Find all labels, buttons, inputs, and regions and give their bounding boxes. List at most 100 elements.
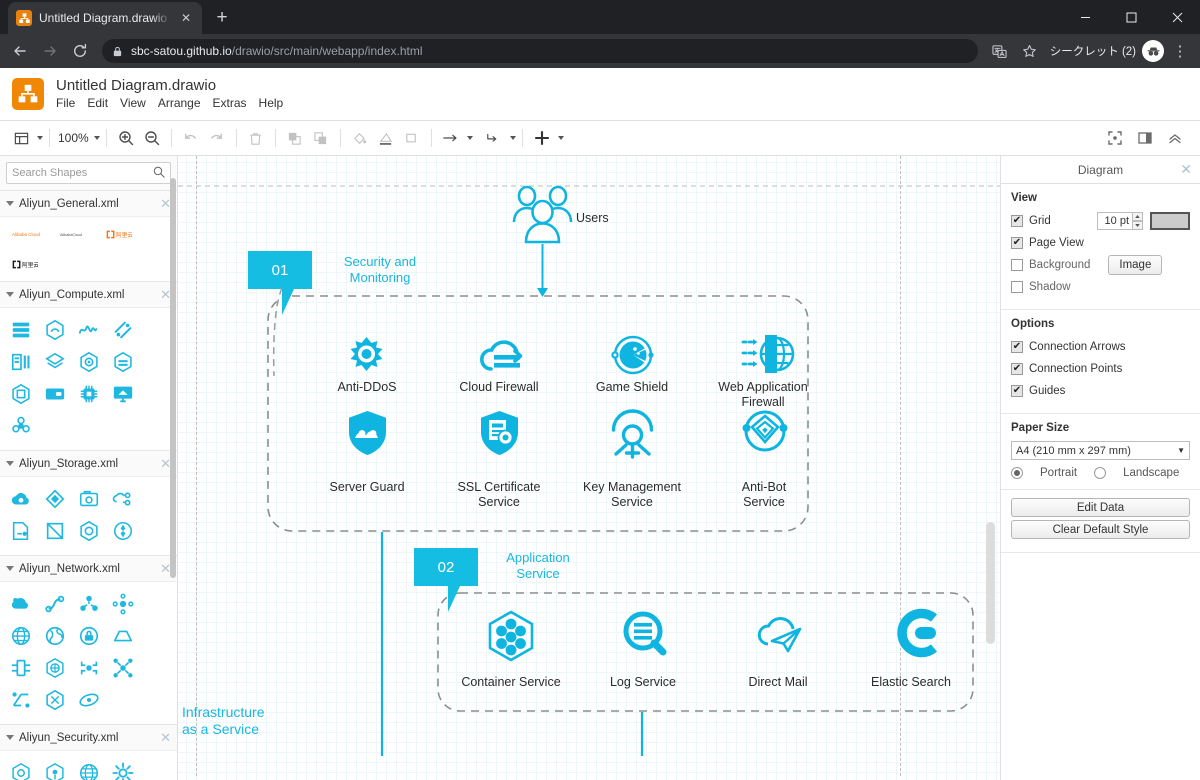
shape-elastic-icon[interactable] <box>73 315 105 345</box>
forward-button[interactable] <box>36 37 64 65</box>
grid-size-down[interactable] <box>1132 220 1143 230</box>
shape-ecs-icon[interactable] <box>5 315 37 345</box>
shapes-panel-scrollbar[interactable] <box>170 178 176 578</box>
connection-points-label[interactable]: Connection Points <box>1029 363 1122 375</box>
shape-vpc-icon[interactable] <box>107 589 139 619</box>
edit-data-button[interactable]: Edit Data <box>1011 498 1190 517</box>
to-back-icon[interactable] <box>308 125 334 151</box>
zoom-in-icon[interactable] <box>113 125 139 151</box>
shape-cpu-icon[interactable] <box>73 379 105 409</box>
shadow-label[interactable]: Shadow <box>1029 281 1071 293</box>
shape-config-audit-icon[interactable] <box>107 758 139 780</box>
shadow-icon[interactable] <box>399 125 425 151</box>
shape-peering-icon[interactable] <box>107 653 139 683</box>
guides-checkbox[interactable] <box>1011 384 1023 397</box>
shape-internet-icon[interactable] <box>73 685 105 715</box>
grid-label[interactable]: Grid <box>1029 215 1051 227</box>
shape-archive-storage-icon[interactable] <box>5 516 37 546</box>
to-front-icon[interactable] <box>282 125 308 151</box>
browser-tab[interactable]: Untitled Diagram.drawio - draw.io ✕ <box>8 2 202 34</box>
diagram-canvas[interactable]: Anti-DDoS Cloud Firewall Game Shield Web… <box>178 156 1000 780</box>
grid-size-input[interactable]: 10 pt <box>1097 211 1133 230</box>
menu-file[interactable]: File <box>56 96 75 110</box>
close-window-button[interactable] <box>1154 0 1200 34</box>
waypoints-caret-icon[interactable] <box>466 136 473 140</box>
shape-image-icon[interactable] <box>39 379 71 409</box>
shape-express-connect-icon[interactable] <box>107 621 139 651</box>
shape-function-compute-icon[interactable] <box>107 315 139 345</box>
background-image-button[interactable]: Image <box>1108 254 1163 275</box>
zoom-out-icon[interactable] <box>139 125 165 151</box>
shape-slb-icon[interactable] <box>73 589 105 619</box>
redo-icon[interactable] <box>204 125 230 151</box>
library-header[interactable]: Aliyun_General.xml ✕ <box>0 191 177 216</box>
guides-label[interactable]: Guides <box>1029 385 1065 397</box>
shape-snapshot-icon[interactable] <box>39 516 71 546</box>
zoom-level[interactable]: 100% <box>56 131 91 145</box>
close-format-panel-icon[interactable]: ✕ <box>1180 161 1192 178</box>
grid-size-up[interactable] <box>1132 211 1143 221</box>
shape-gpu-icon[interactable] <box>5 379 37 409</box>
close-library-icon[interactable]: ✕ <box>160 730 171 746</box>
shape-alibaba-cloud-logo[interactable]: Alibaba Cloud <box>7 223 47 245</box>
library-header[interactable]: Aliyun_Storage.xml ✕ <box>0 451 177 476</box>
search-icon[interactable] <box>153 166 165 181</box>
shape-security-center-icon[interactable] <box>39 758 71 780</box>
shape-batch-compute-icon[interactable] <box>5 347 37 377</box>
grid-checkbox[interactable] <box>1011 214 1023 227</box>
edge-style-icon[interactable] <box>481 125 507 151</box>
menu-extras[interactable]: Extras <box>213 96 247 110</box>
paper-size-select[interactable]: A4 (210 mm x 297 mm) ▼ <box>1011 441 1190 460</box>
shape-global-acceleration-icon[interactable] <box>5 621 37 651</box>
close-tab-icon[interactable]: ✕ <box>178 10 194 26</box>
menu-view[interactable]: View <box>120 96 146 110</box>
library-header[interactable]: Aliyun_Compute.xml ✕ <box>0 282 177 307</box>
shape-router-icon[interactable] <box>5 653 37 683</box>
shape-aliyun-black[interactable]: 阿里云 <box>7 253 43 275</box>
grid-color-button[interactable] <box>1150 211 1190 230</box>
menu-arrange[interactable]: Arrange <box>158 96 201 110</box>
maximize-button[interactable] <box>1108 0 1154 34</box>
waypoints-icon[interactable] <box>438 125 464 151</box>
browser-menu-icon[interactable]: ⋮ <box>1166 37 1194 65</box>
view-layers-caret-icon[interactable] <box>37 136 43 140</box>
view-layers-icon[interactable] <box>8 125 34 151</box>
reload-button[interactable] <box>66 37 94 65</box>
library-header[interactable]: Aliyun_Network.xml ✕ <box>0 556 177 581</box>
portrait-label[interactable]: Portrait <box>1040 467 1077 479</box>
shape-web-protection-icon[interactable] <box>73 758 105 780</box>
edge-style-caret-icon[interactable] <box>509 136 516 140</box>
connection-arrows-checkbox[interactable] <box>1011 340 1023 353</box>
shape-cen-icon[interactable] <box>73 653 105 683</box>
portrait-radio[interactable] <box>1011 467 1023 479</box>
address-bar[interactable]: sbc-satou.github.io/drawio/src/main/weba… <box>102 39 978 63</box>
search-shapes-box[interactable] <box>6 162 171 184</box>
search-input[interactable] <box>12 167 153 179</box>
shape-object-storage-icon[interactable] <box>73 516 105 546</box>
chevron-down-icon[interactable] <box>6 735 14 740</box>
bookmark-star-icon[interactable] <box>1016 37 1044 65</box>
new-tab-button[interactable]: + <box>208 4 236 32</box>
landscape-label[interactable]: Landscape <box>1123 467 1179 479</box>
clear-default-style-button[interactable]: Clear Default Style <box>1011 520 1190 539</box>
library-header[interactable]: Aliyun_Security.xml ✕ <box>0 725 177 750</box>
shape-container-hexagon-icon[interactable] <box>107 347 139 377</box>
delete-icon[interactable] <box>243 125 269 151</box>
chevron-down-icon[interactable] <box>6 201 14 206</box>
collapse-icon[interactable] <box>1162 125 1188 151</box>
chevron-down-icon[interactable] <box>6 566 14 571</box>
page-view-checkbox[interactable] <box>1011 236 1023 249</box>
fullscreen-icon[interactable] <box>1102 125 1128 151</box>
shape-cluster-icon[interactable] <box>5 411 37 441</box>
insert-caret-icon[interactable] <box>557 136 564 140</box>
minimize-button[interactable] <box>1062 0 1108 34</box>
shape-data-transport-icon[interactable] <box>107 516 139 546</box>
background-label[interactable]: Background <box>1029 259 1090 271</box>
canvas-vertical-scrollbar[interactable] <box>986 522 995 644</box>
shape-eip-icon[interactable] <box>5 685 37 715</box>
menu-help[interactable]: Help <box>259 96 284 110</box>
line-color-icon[interactable] <box>373 125 399 151</box>
shape-workstation-icon[interactable] <box>107 379 139 409</box>
grid-size-stepper[interactable] <box>1132 211 1143 230</box>
page-view-label[interactable]: Page View <box>1029 237 1084 249</box>
